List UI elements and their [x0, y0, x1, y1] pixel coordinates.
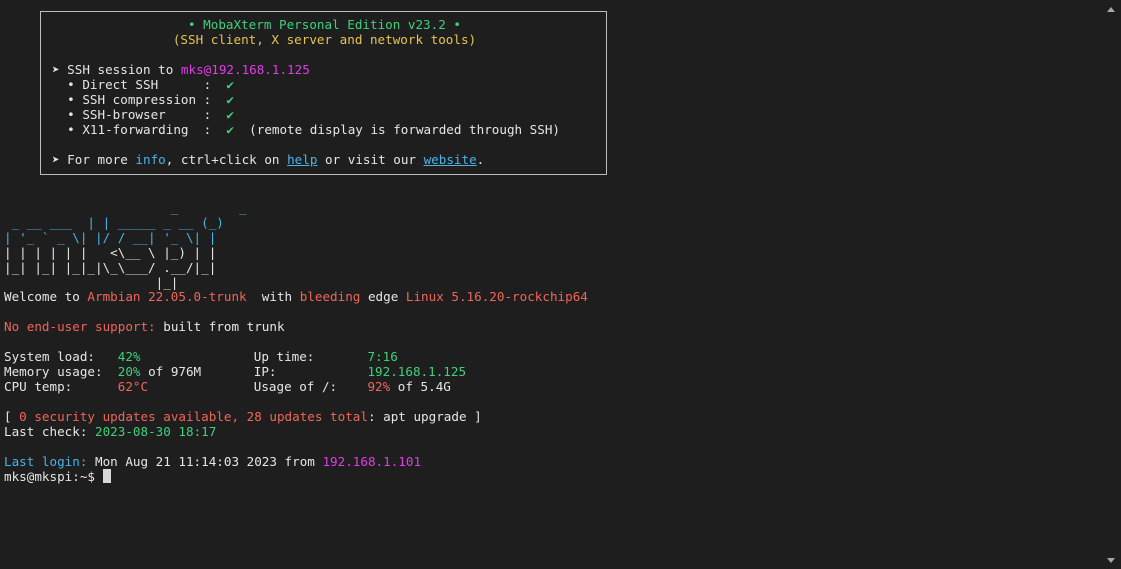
mobaxterm-banner: • MobaXterm Personal Edition v23.2 • (SS… — [40, 11, 607, 175]
memory-rest: of 976M — [140, 364, 202, 379]
feature-note: (remote display is forwarded through SSH… — [233, 122, 561, 137]
logo-line: | | | | | | <\__ \ |_) | | — [4, 245, 217, 260]
banner-session-line: ➤ SSH session to mks@192.168.1.125 — [52, 62, 310, 77]
usage-pct: 92% — [367, 379, 391, 394]
usage-rest: of 5.4G — [390, 379, 451, 394]
shell-prompt[interactable]: mks@mkspi:~$ — [4, 469, 111, 484]
updates-cmd: : apt upgrade ] — [367, 409, 482, 424]
system-load-label: System load: — [4, 349, 118, 364]
logo-line: |_| |_| |_|_|\_\___/ .__/|_| — [4, 260, 217, 275]
help-link[interactable]: help — [287, 152, 317, 167]
welcome-prefix: Welcome to — [4, 289, 88, 304]
logo-line: | '_ ` _ \| |/ / __| '_ \| | — [4, 230, 217, 245]
support-line: No end-user support: built from trunk — [4, 319, 285, 334]
logo-line: _ _ — [4, 200, 255, 215]
feature-label: • SSH compression : — [52, 92, 227, 107]
more-mid: , ctrl+click on — [165, 152, 288, 167]
support-text: built from trunk — [155, 319, 285, 334]
memory-value-group: 20% of 976M — [118, 364, 254, 379]
feature-ssh-compression: • SSH compression : ✔ — [52, 92, 234, 107]
info-link[interactable]: info — [135, 152, 165, 167]
logo-line: |_| — [4, 275, 224, 290]
more-prefix: ➤ For more — [52, 152, 136, 167]
feature-label: • SSH-browser : — [52, 107, 227, 122]
cpu-temp-label: CPU temp: — [4, 379, 118, 394]
updates-text: 0 security updates available, 28 updates… — [11, 409, 368, 424]
ip-label: IP: — [253, 364, 368, 379]
distro-name: Armbian 22.05.0-trunk — [87, 289, 247, 304]
prompt-text: mks@mkspi:~$ — [4, 469, 103, 484]
cpu-temp-value: 62°C — [117, 379, 149, 394]
feature-x11-forwarding: • X11-forwarding : ✔ (remote display is … — [52, 122, 560, 137]
feature-label: • X11-forwarding : — [52, 122, 227, 137]
support-label: No end-user support: — [4, 319, 156, 334]
kernel-version: Linux 5.16.20-rockchip64 — [405, 289, 588, 304]
memory-label: Memory usage: — [4, 364, 118, 379]
more-end: . — [476, 152, 485, 167]
stats-row-2: Memory usage: 20% of 976M IP: 192.168.1.1… — [4, 364, 466, 379]
updates-line: [ 0 security updates available, 28 updat… — [4, 409, 482, 424]
check-icon: ✔ — [226, 77, 234, 92]
last-login-when: Mon Aug 21 11:14:03 2023 from — [87, 454, 323, 469]
edge-word: edge — [360, 289, 406, 304]
last-login-label: Last login: — [4, 454, 88, 469]
stats-row-1: System load: 42% Up time: 7:16 — [4, 349, 398, 364]
ip-value: 192.168.1.125 — [367, 364, 467, 379]
updates-open: [ — [4, 409, 12, 424]
feature-ssh-browser: • SSH-browser : ✔ — [52, 107, 234, 122]
terminal-window[interactable]: • MobaXterm Personal Edition v23.2 • (SS… — [0, 0, 1121, 569]
welcome-line: Welcome to Armbian 22.05.0-trunk with bl… — [4, 289, 588, 304]
system-load-value: 42% — [117, 349, 141, 364]
feature-direct-ssh: • Direct SSH : ✔ — [52, 77, 234, 92]
banner-subtitle: (SSH client, X server and network tools) — [172, 32, 477, 47]
check-icon: ✔ — [226, 122, 234, 137]
last-login-from: 192.168.1.101 — [322, 454, 422, 469]
scroll-up-arrow-icon[interactable] — [1107, 7, 1115, 12]
stats-row-3: CPU temp: 62°C Usage of /: 92% of 5.4G — [4, 379, 451, 394]
last-check-label: Last check: — [4, 424, 95, 439]
logo-line: _ __ ___ | | _____ _ __ (_) — [4, 215, 224, 230]
last-login-line: Last login: Mon Aug 21 11:14:03 2023 fro… — [4, 454, 421, 469]
uptime-label: Up time: — [253, 349, 368, 364]
more-mid2: or visit our — [317, 152, 424, 167]
session-prefix: ➤ SSH session to — [52, 62, 181, 77]
check-icon: ✔ — [226, 92, 234, 107]
memory-pct: 20% — [117, 364, 141, 379]
banner-more-line: ➤ For more info, ctrl+click on help or v… — [52, 152, 484, 167]
text-cursor — [102, 469, 111, 483]
last-check-line: Last check: 2023-08-30 18:17 — [4, 424, 216, 439]
usage-label: Usage of /: — [253, 379, 368, 394]
scroll-down-arrow-icon[interactable] — [1107, 558, 1115, 563]
bleeding-word: bleeding — [299, 289, 361, 304]
uptime-value: 7:16 — [367, 349, 398, 364]
session-target: mks@192.168.1.125 — [180, 62, 310, 77]
last-check-value: 2023-08-30 18:17 — [95, 424, 217, 439]
feature-label: • Direct SSH : — [52, 77, 227, 92]
check-icon: ✔ — [226, 107, 234, 122]
website-link[interactable]: website — [424, 152, 477, 167]
welcome-mid: with — [246, 289, 300, 304]
banner-title: • MobaXterm Personal Edition v23.2 • — [188, 17, 461, 32]
